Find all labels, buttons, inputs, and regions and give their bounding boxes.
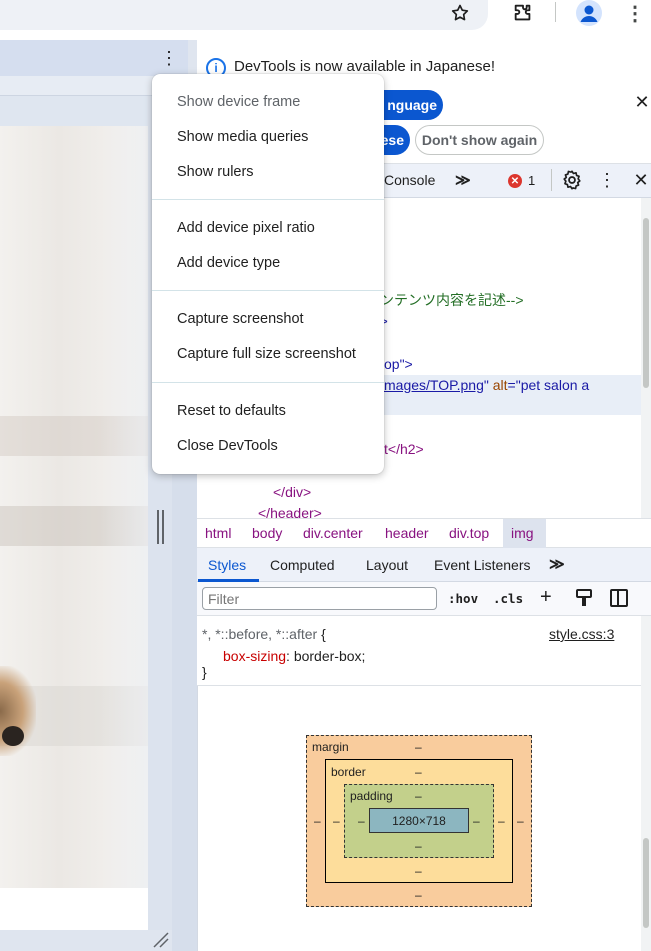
profile-avatar-icon[interactable] [576, 0, 602, 26]
infobar-close-icon[interactable]: ✕ [632, 92, 651, 112]
menu-item-show-device-frame: Show device frame [177, 94, 301, 110]
toggle-sidebar-icon[interactable] [610, 589, 628, 607]
rule-source-link[interactable]: style.css:3 [549, 626, 614, 642]
margin-top-value[interactable]: – [415, 740, 422, 754]
breadcrumb-html[interactable]: html [205, 525, 231, 541]
margin-left-value[interactable]: – [314, 814, 321, 828]
page-preview-footer [0, 888, 148, 930]
styles-scrollbar-thumb[interactable] [643, 838, 649, 928]
menu-item-capture-full-size-screenshot[interactable]: Capture full size screenshot [177, 346, 356, 362]
menu-separator [152, 382, 384, 383]
menu-separator [152, 290, 384, 291]
styles-pane-tabs [197, 548, 651, 582]
tree-line[interactable]: </div> [273, 484, 311, 500]
error-icon[interactable]: ✕ [508, 174, 522, 188]
device-resize-handle[interactable] [155, 510, 165, 544]
more-tabs-icon[interactable]: ≫ [455, 171, 471, 189]
menu-item-add-device-pixel-ratio[interactable]: Add device pixel ratio [177, 220, 315, 236]
menu-item-show-media-queries[interactable]: Show media queries [177, 129, 308, 145]
more-pane-tabs-icon[interactable]: ≫ [549, 555, 565, 573]
breadcrumb-div-center[interactable]: div.center [303, 525, 363, 541]
breadcrumb-body[interactable]: body [252, 525, 282, 541]
tree-line[interactable]: op"> [384, 356, 413, 372]
rule-declaration[interactable]: box-sizing: border-box; [223, 648, 365, 664]
padding-label: padding [350, 789, 393, 803]
menu-item-reset-to-defaults[interactable]: Reset to defaults [177, 403, 286, 419]
extensions-icon[interactable] [507, 0, 539, 26]
margin-right-value[interactable]: – [517, 814, 524, 828]
tree-line[interactable]: t</h2> [384, 441, 424, 457]
tab-computed[interactable]: Computed [270, 557, 335, 573]
tab-console[interactable]: Console [384, 172, 435, 188]
padding-bottom-value[interactable]: – [415, 839, 422, 853]
breadcrumb-div-top[interactable]: div.top [449, 525, 489, 541]
infobar-message: DevTools is now available in Japanese! [234, 58, 495, 75]
margin-bottom-value[interactable]: – [415, 888, 422, 902]
border-top-value[interactable]: – [415, 765, 422, 779]
padding-top-value[interactable]: – [415, 789, 422, 803]
rule-close-brace: } [202, 664, 207, 680]
device-corner-resize-icon[interactable] [152, 932, 170, 948]
address-bar[interactable] [0, 0, 488, 30]
menu-item-add-device-type[interactable]: Add device type [177, 255, 280, 271]
device-toolbar-more-icon[interactable]: ⋮ [158, 44, 180, 72]
class-toggle[interactable]: .cls [493, 591, 523, 606]
device-ruler [0, 96, 148, 126]
padding-right-value[interactable]: – [473, 814, 480, 828]
dont-show-again-button[interactable]: Don't show again [415, 125, 544, 155]
border-right-value[interactable]: – [498, 814, 505, 828]
border-bottom-value[interactable]: – [415, 864, 422, 878]
breadcrumb-header[interactable]: header [385, 525, 429, 541]
border-left-value[interactable]: – [333, 814, 340, 828]
rendering-emulation-icon[interactable] [576, 589, 592, 607]
padding-left-value[interactable]: – [358, 814, 365, 828]
tree-line[interactable]: コンテンツ内容を記述--> [366, 290, 524, 310]
border-label: border [331, 765, 366, 779]
menu-item-close-devtools[interactable]: Close DevTools [177, 438, 278, 454]
devtools-more-options-icon[interactable]: ⋮ [598, 168, 616, 192]
hover-state-toggle[interactable]: :hov [448, 591, 478, 606]
rule-selector[interactable]: *, *::before, *::after { [202, 626, 326, 642]
new-style-rule-icon[interactable]: + [540, 586, 552, 609]
styles-filter-input[interactable] [202, 587, 437, 610]
toolbar-separator [551, 169, 552, 191]
bookmark-star-icon[interactable] [444, 0, 476, 26]
tab-event-listeners[interactable]: Event Listeners [434, 557, 531, 573]
breadcrumb-img[interactable]: img [511, 525, 534, 541]
browser-menu-icon[interactable]: ⋮ [619, 0, 651, 26]
page-preview-image [0, 126, 148, 888]
devtools-close-icon[interactable]: ✕ [630, 169, 651, 191]
box-model-content-size[interactable]: 1280×718 [369, 808, 469, 833]
margin-label: margin [312, 740, 349, 754]
tree-line-selected[interactable]: mages/TOP.png" alt="pet salon a [384, 377, 589, 393]
error-count[interactable]: 1 [528, 173, 535, 188]
tab-styles[interactable]: Styles [208, 557, 246, 573]
menu-separator [152, 199, 384, 200]
menu-item-capture-screenshot[interactable]: Capture screenshot [177, 311, 304, 327]
elements-scrollbar-thumb[interactable] [643, 218, 649, 388]
tab-layout[interactable]: Layout [366, 557, 408, 573]
settings-gear-icon[interactable] [561, 169, 583, 191]
toolbar-separator [555, 2, 556, 22]
menu-item-show-rulers[interactable]: Show rulers [177, 164, 254, 180]
